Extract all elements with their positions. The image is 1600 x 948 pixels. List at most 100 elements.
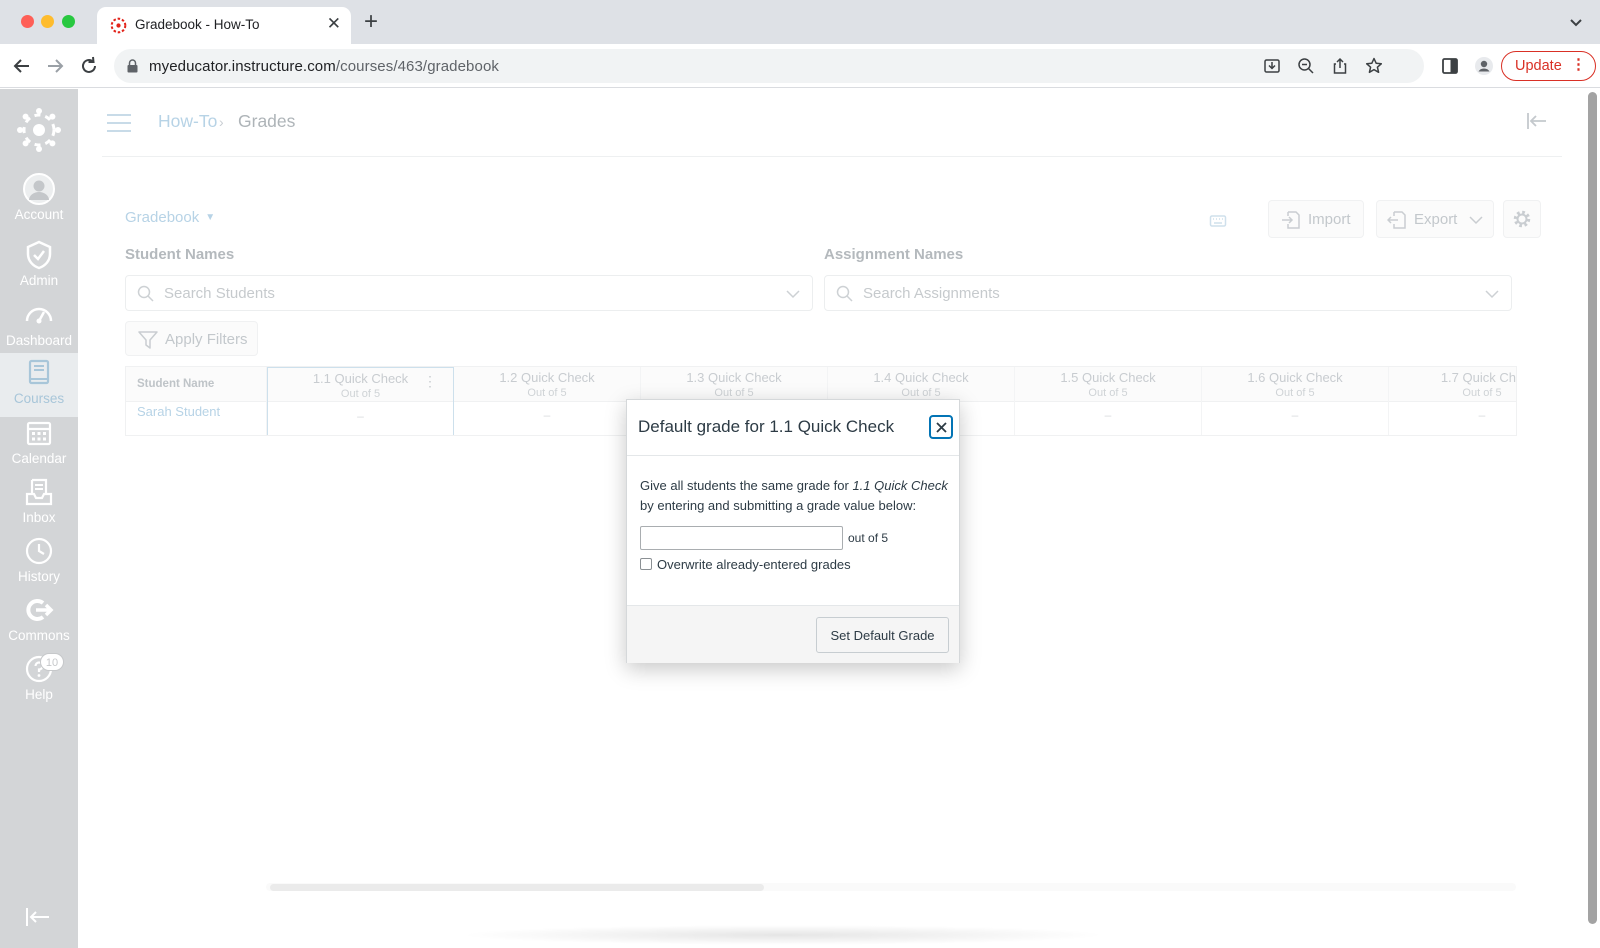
collapse-nav-icon[interactable] (25, 906, 53, 928)
grade-cell[interactable]: – (454, 408, 640, 422)
more-menu-icon: ⋮ (1571, 56, 1586, 73)
zoom-window-button[interactable] (62, 15, 75, 28)
export-button[interactable]: Export (1376, 200, 1494, 238)
nav-inbox[interactable]: Inbox (0, 476, 78, 536)
assignment-column[interactable]: 1.7 Quick Che Out of 5 – (1389, 367, 1516, 435)
profile-avatar-icon[interactable] (1474, 56, 1494, 76)
nav-account[interactable]: Account (0, 173, 78, 233)
grade-cell[interactable]: – (268, 409, 453, 423)
assignment-header-title[interactable]: 1.7 Quick Che (1389, 370, 1516, 385)
apply-filters-button[interactable]: Apply Filters (125, 321, 258, 356)
close-window-button[interactable] (21, 15, 34, 28)
grade-cell[interactable]: – (1015, 408, 1201, 422)
overwrite-grades-label[interactable]: Overwrite already-entered grades (657, 557, 851, 572)
dialog-description: Give all students the same grade for 1.1… (640, 478, 948, 513)
book-icon (28, 359, 50, 385)
grade-cell[interactable]: – (1389, 408, 1516, 422)
assignment-header-points: Out of 5 (714, 387, 754, 399)
calendar-icon (26, 421, 52, 446)
tab-close-icon[interactable]: ✕ (327, 14, 341, 34)
assignment-column[interactable]: 1.2 Quick Check Out of 5 – (454, 367, 641, 435)
browser-toolbar: myeducator.instructure.com/courses/463/g… (0, 44, 1600, 88)
bookmark-star-icon[interactable] (1364, 56, 1384, 76)
dialog-close-button[interactable] (929, 415, 953, 439)
browser-tab-strip: Gradebook - How-To ✕ + (0, 0, 1600, 44)
student-column: Student Name Sarah Student (126, 367, 267, 435)
minimize-window-button[interactable] (41, 15, 54, 28)
assignment-column[interactable]: 1.6 Quick Check Out of 5 – (1202, 367, 1389, 435)
nav-dashboard[interactable]: Dashboard (0, 299, 78, 359)
filter-funnel-icon (138, 331, 158, 349)
student-name-link[interactable]: Sarah Student (137, 404, 220, 419)
export-icon (1387, 211, 1406, 229)
nav-commons[interactable]: Commons (0, 594, 78, 654)
student-names-label: Student Names (125, 246, 235, 263)
assignment-header-title[interactable]: 1.6 Quick Check (1202, 370, 1388, 385)
chevron-down-icon (1485, 290, 1499, 299)
overwrite-grades-checkbox[interactable] (640, 558, 652, 570)
assignment-column[interactable]: 1.5 Quick Check Out of 5 – (1015, 367, 1202, 435)
reload-icon[interactable] (77, 54, 101, 78)
update-button[interactable]: Update ⋮ (1501, 51, 1596, 81)
dialog-header-divider (627, 455, 959, 456)
default-grade-input[interactable] (640, 526, 843, 550)
import-button[interactable]: Import (1268, 200, 1364, 238)
gradebook-view-menu[interactable]: Gradebook ▼ (125, 209, 215, 226)
forward-arrow-icon[interactable] (43, 54, 67, 78)
shield-icon (26, 240, 52, 270)
assignment-header-points: Out of 5 (1275, 387, 1315, 399)
chevron-down-icon (1469, 216, 1483, 225)
keyboard-shortcuts-icon[interactable] (1209, 211, 1227, 229)
search-students-input[interactable]: Search Students (125, 275, 813, 311)
set-default-grade-button[interactable]: Set Default Grade (816, 617, 949, 653)
chevron-down-icon (786, 290, 800, 299)
footer-shadow (458, 925, 1108, 945)
search-icon (836, 285, 853, 302)
new-tab-button[interactable]: + (364, 10, 378, 34)
horizontal-scrollbar-thumb[interactable] (270, 884, 764, 891)
caret-down-icon: ▼ (205, 212, 216, 223)
breadcrumb-current: Grades (238, 111, 296, 131)
tab-search-chevron-icon[interactable] (1566, 12, 1586, 32)
lock-icon (127, 59, 138, 73)
zoom-out-icon[interactable] (1296, 56, 1316, 76)
browser-tab[interactable]: Gradebook - How-To ✕ (97, 7, 351, 44)
breadcrumb-course-link[interactable]: How-To (158, 111, 217, 132)
share-icon[interactable] (1330, 56, 1350, 76)
back-arrow-icon[interactable] (10, 54, 34, 78)
install-app-icon[interactable] (1262, 56, 1282, 76)
gear-icon (1513, 210, 1531, 228)
assignment-header-title[interactable]: 1.3 Quick Check (641, 370, 827, 385)
global-navigation: Account Admin Dashboard Courses Calendar (0, 89, 78, 948)
gradebook-settings-button[interactable] (1503, 200, 1541, 238)
assignment-header-title[interactable]: 1.2 Quick Check (454, 370, 640, 385)
student-name-column-header[interactable]: Student Name (137, 378, 214, 390)
nav-history[interactable]: History (0, 535, 78, 595)
nav-help[interactable]: Help 10 (0, 653, 78, 713)
assignment-column[interactable]: 1.1 Quick Check Out of 5 ⋮ – (267, 367, 454, 435)
nav-admin[interactable]: Admin (0, 239, 78, 299)
share-arrow-icon (26, 599, 54, 621)
collapse-sidebar-icon[interactable] (1526, 111, 1548, 131)
side-panel-icon[interactable] (1440, 56, 1460, 76)
close-icon (936, 422, 947, 433)
url-text: myeducator.instructure.com/courses/463/g… (149, 58, 499, 75)
search-assignments-input[interactable]: Search Assignments (824, 275, 1512, 311)
hamburger-menu-icon[interactable] (107, 114, 131, 132)
grade-cell[interactable]: – (1202, 408, 1388, 422)
page-scrollbar[interactable] (1588, 92, 1597, 924)
header-divider (102, 156, 1562, 157)
assignment-header-title[interactable]: 1.4 Quick Check (828, 370, 1014, 385)
address-bar[interactable]: myeducator.instructure.com/courses/463/g… (114, 49, 1424, 83)
dialog-title: Default grade for 1.1 Quick Check (638, 417, 895, 436)
column-options-kebab-icon[interactable]: ⋮ (423, 374, 437, 388)
inbox-icon (25, 478, 53, 506)
help-badge-count: 10 (40, 653, 64, 671)
assignment-header-points: Out of 5 (527, 387, 567, 399)
dialog-footer: Set Default Grade (627, 605, 959, 663)
assignment-header-title[interactable]: 1.5 Quick Check (1015, 370, 1201, 385)
search-icon (137, 285, 154, 302)
nav-calendar[interactable]: Calendar (0, 417, 78, 477)
nav-courses[interactable]: Courses (0, 353, 78, 417)
canvas-logo-icon[interactable] (16, 107, 62, 153)
